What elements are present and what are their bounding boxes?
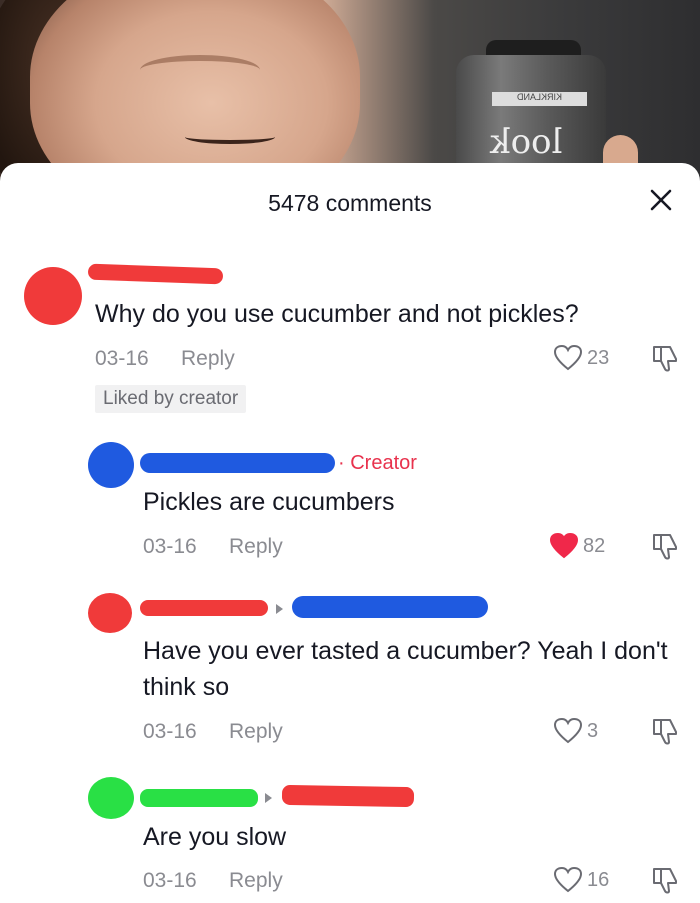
video-background: KIRKLAND look — [0, 0, 700, 190]
like-button[interactable]: 82 — [549, 532, 605, 560]
redacted-username — [140, 453, 335, 473]
redacted-username — [140, 600, 268, 616]
heart-icon — [553, 717, 583, 744]
jar-logo: look — [490, 122, 563, 162]
reply-arrow-icon — [265, 793, 272, 803]
like-count: 23 — [587, 346, 610, 369]
comment-text: Are you slow — [143, 823, 287, 851]
creator-tag: · Creator — [338, 452, 417, 474]
brow-shape — [140, 55, 260, 85]
avatar[interactable] — [88, 593, 132, 633]
heart-icon — [553, 866, 583, 893]
like-count: 16 — [587, 868, 610, 891]
redacted-username — [140, 789, 258, 807]
dislike-icon[interactable] — [650, 865, 680, 895]
comments-count-title: 5478 comments — [268, 190, 432, 216]
dislike-icon[interactable] — [650, 343, 680, 373]
avatar[interactable] — [88, 777, 134, 819]
comment-date: 03-16 — [143, 720, 197, 743]
heart-icon — [549, 532, 579, 559]
reply-button[interactable]: Reply — [229, 720, 283, 744]
comment-date: 03-16 — [143, 535, 197, 558]
like-count: 82 — [583, 534, 606, 557]
redacted-username — [281, 784, 415, 808]
like-count: 3 — [587, 719, 599, 742]
face-shape — [30, 0, 360, 190]
reply-button[interactable]: Reply — [229, 535, 283, 559]
like-button[interactable]: 23 — [553, 344, 609, 372]
dislike-icon[interactable] — [650, 716, 680, 746]
heart-icon — [553, 344, 583, 371]
comment-date: 03-16 — [143, 869, 197, 892]
like-button[interactable]: 16 — [553, 866, 609, 894]
close-icon[interactable] — [648, 187, 674, 213]
comment-text: Pickles are cucumbers — [143, 488, 395, 516]
reply-arrow-icon — [276, 604, 283, 614]
reply-button[interactable]: Reply — [229, 869, 283, 893]
liked-by-creator-badge: Liked by creator — [95, 385, 247, 413]
like-button[interactable]: 3 — [553, 717, 598, 745]
comment-text: Have you ever tasted a cucumber? Yeah I … — [143, 637, 668, 701]
avatar[interactable] — [24, 267, 82, 325]
dislike-icon[interactable] — [650, 531, 680, 561]
comment-text: Why do you use cucumber and not pickles? — [95, 300, 579, 328]
closed-eye-shape — [185, 130, 275, 144]
comment-date: 03-16 — [95, 347, 149, 370]
redacted-username — [292, 596, 488, 618]
reply-button[interactable]: Reply — [181, 347, 235, 371]
avatar[interactable] — [88, 442, 134, 488]
jar-label: KIRKLAND — [492, 92, 587, 106]
